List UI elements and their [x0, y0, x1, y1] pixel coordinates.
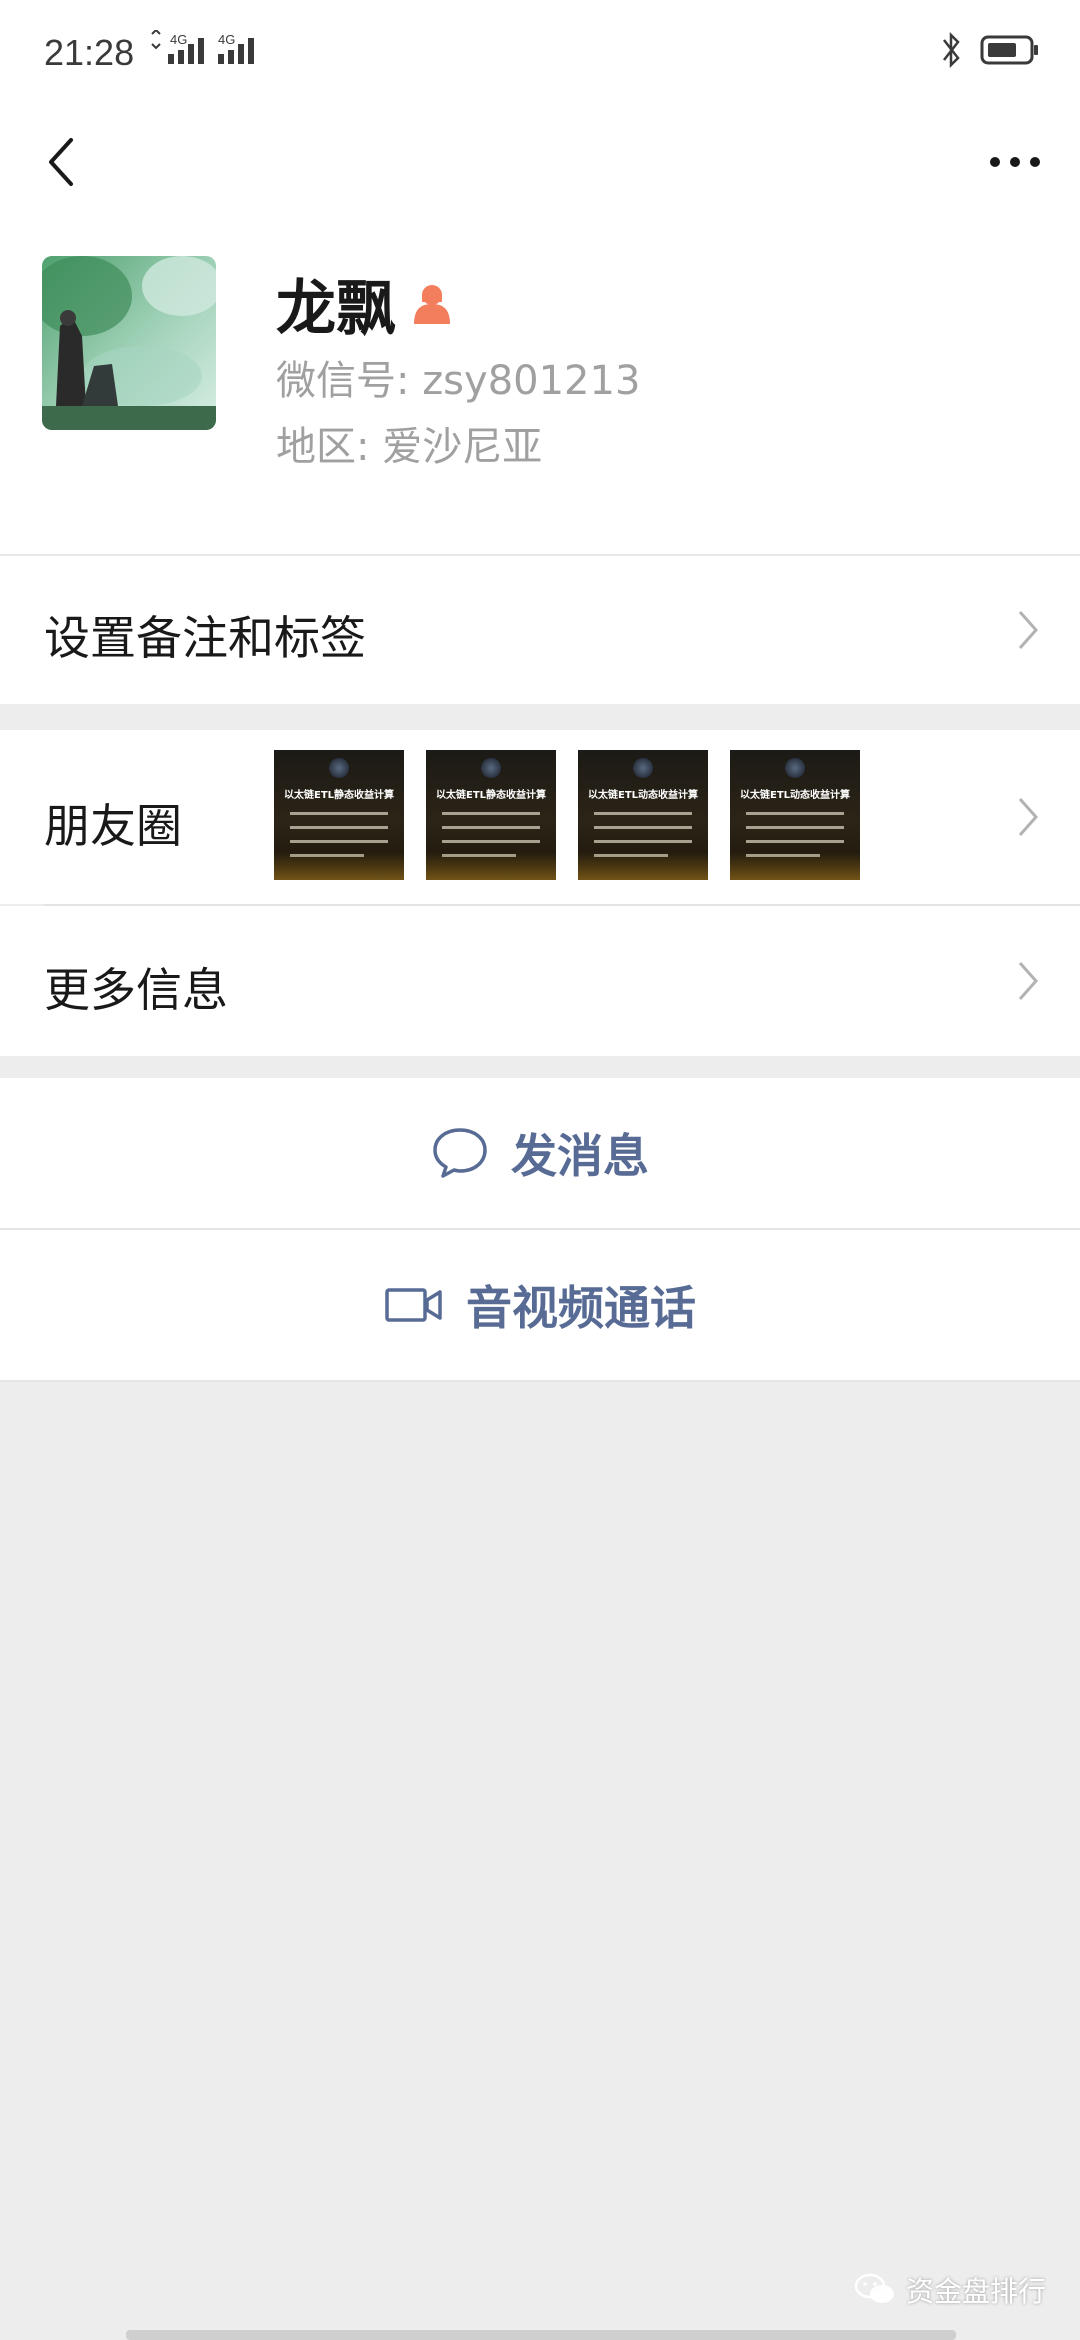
chevron-right-icon — [1018, 962, 1039, 1000]
avatar-image — [42, 256, 216, 430]
moments-thumb: 以太链ETL动态收益计算 — [730, 750, 860, 880]
more-info-label: 更多信息 — [44, 963, 228, 1017]
back-button[interactable] — [30, 122, 90, 202]
more-dots-icon — [990, 157, 1040, 167]
divider — [0, 1380, 1080, 1382]
watermark-text: 资金盘排行 — [905, 2275, 1046, 2308]
network-label-1: 4G — [170, 32, 187, 47]
profile-header: 龙飘 微信号: zsy801213 地区: 爱沙尼亚 — [0, 216, 1080, 554]
bluetooth-icon — [943, 31, 960, 69]
wechat-icon — [854, 2273, 894, 2303]
status-bar: 21:28 4G 4G — [0, 0, 1080, 106]
profile-name: 龙飘 — [276, 274, 396, 344]
profile-name-row: 龙飘 — [276, 260, 452, 347]
thumb-title: 以太链ETL静态收益计算 — [283, 790, 395, 801]
video-camera-icon — [385, 1288, 442, 1322]
thumb-title: 以太链ETL静态收益计算 — [435, 790, 547, 801]
remark-row[interactable]: 设置备注和标签 — [0, 556, 1080, 704]
female-icon — [412, 282, 452, 326]
back-arrow-icon — [49, 138, 73, 186]
thumb-title: 以太链ETL动态收益计算 — [739, 790, 851, 801]
moments-thumb: 以太链ETL动态收益计算 — [578, 750, 708, 880]
moments-row[interactable]: 朋友圈 以太链ETL静态收益计算 以太链ETL静态收益计算 以太链ETL动态收益… — [0, 730, 1080, 904]
moments-thumb: 以太链ETL静态收益计算 — [274, 750, 404, 880]
status-time: 21:28 — [44, 32, 135, 73]
thumb-title: 以太链ETL动态收益计算 — [587, 790, 699, 801]
chevron-right-icon — [1018, 611, 1039, 649]
moments-thumbnails: 以太链ETL静态收益计算 以太链ETL静态收益计算 以太链ETL动态收益计算 以… — [274, 750, 860, 880]
more-info-row[interactable]: 更多信息 — [0, 906, 1080, 1056]
signal-icon-2: 4G — [218, 32, 254, 64]
ethereum-icon — [481, 758, 501, 778]
battery-icon — [980, 35, 1038, 65]
nav-bar — [0, 106, 1080, 216]
ethereum-icon — [329, 758, 349, 778]
send-message-label: 发消息 — [511, 1129, 649, 1183]
chevron-right-icon — [1018, 798, 1039, 836]
chat-bubble-icon — [433, 1128, 487, 1178]
video-call-button[interactable]: 音视频通话 — [0, 1230, 1080, 1380]
ethereum-icon — [785, 758, 805, 778]
remark-label: 设置备注和标签 — [44, 611, 366, 665]
more-button[interactable] — [980, 122, 1050, 202]
moments-thumb: 以太链ETL静态收益计算 — [426, 750, 556, 880]
watermark: 资金盘排行 — [854, 2270, 1046, 2310]
wechat-id: 微信号: zsy801213 — [276, 358, 641, 404]
home-indicator[interactable] — [126, 2330, 956, 2340]
send-message-button[interactable]: 发消息 — [0, 1078, 1080, 1228]
region: 地区: 爱沙尼亚 — [276, 424, 543, 470]
avatar[interactable] — [42, 256, 216, 430]
ethereum-icon — [633, 758, 653, 778]
moments-label: 朋友圈 — [44, 799, 182, 853]
network-label-2: 4G — [218, 32, 235, 47]
video-call-label: 音视频通话 — [466, 1281, 696, 1335]
